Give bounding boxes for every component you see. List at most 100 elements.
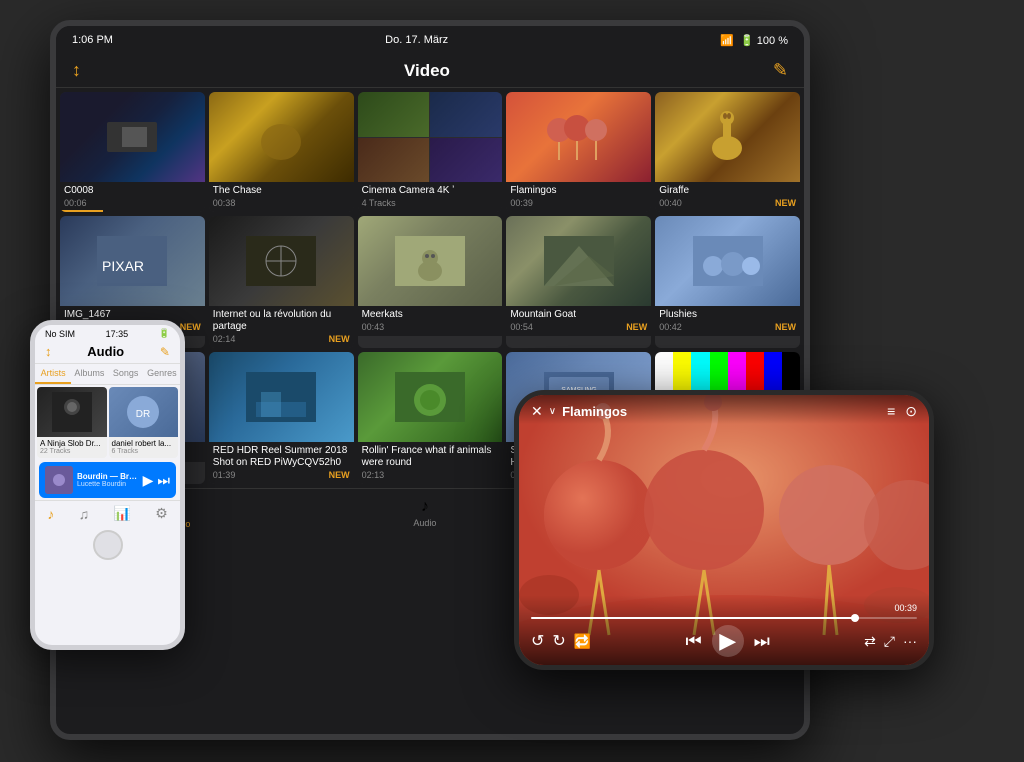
previous-button[interactable]: ⏮ xyxy=(685,631,701,652)
iphone-status-bar: No SIM 17:35 🔋 xyxy=(35,325,180,342)
chevron-down-icon: ∨ xyxy=(549,406,556,417)
tab-genres[interactable]: Genres xyxy=(144,364,180,384)
list-item[interactable]: The Chase 00:38 xyxy=(209,92,354,212)
player-title: Flamingos xyxy=(562,404,627,419)
iphone-bottom-bar: ♪ ♫ 📊 ⚙ xyxy=(35,500,180,526)
settings-icon[interactable]: ≡ xyxy=(887,403,895,420)
video-player-overlay: ✕ ∨ Flamingos ≡ ⊙ 00:39 ↺ ↻ 🔁 xyxy=(519,395,929,665)
list-item[interactable]: Plushies 00:42 NEW xyxy=(655,216,800,348)
battery-icon: 🔋 100 % xyxy=(740,34,788,47)
fullscreen-icon[interactable]: ⤢ xyxy=(884,633,895,650)
list-item[interactable]: DR daniel robert la... 6 Tracks xyxy=(109,387,179,458)
shuffle-icon[interactable]: ⇄ xyxy=(864,633,876,650)
video-thumbnail xyxy=(506,92,651,182)
settings-tab-icon[interactable]: ⚙ xyxy=(155,505,168,522)
artist-thumbnail xyxy=(37,387,107,437)
new-badge: NEW xyxy=(626,322,647,332)
video-info: Cinema Camera 4K ʼ 4 Tracks xyxy=(358,182,503,212)
video-subtitle: 4 Tracks xyxy=(362,198,396,208)
next-button[interactable]: ⏭ xyxy=(754,631,770,652)
new-badge: NEW xyxy=(775,322,796,332)
close-button[interactable]: ✕ xyxy=(531,403,543,420)
list-item[interactable]: Internet ou la révolution du partage 02:… xyxy=(209,216,354,348)
playback-controls: ↺ ↻ 🔁 ⏮ ▶ ⏭ ⇄ ⤢ ··· xyxy=(531,625,917,657)
progress-bar xyxy=(60,210,103,212)
video-title: C0008 xyxy=(64,185,201,197)
page-title: Video xyxy=(404,61,450,81)
airplay-icon[interactable]: ⊙ xyxy=(905,403,917,420)
iphone-tab-bar: Artists Albums Songs Genres xyxy=(35,364,180,385)
list-item[interactable]: Flamingos 00:39 xyxy=(506,92,651,212)
progress-scrubber[interactable] xyxy=(851,614,859,622)
list-item[interactable]: A Ninja Slob Dr... 22 Tracks xyxy=(37,387,107,458)
video-thumbnail xyxy=(60,92,205,182)
tab-songs[interactable]: Songs xyxy=(108,364,144,384)
list-item[interactable]: Rollin' France what if animals were roun… xyxy=(358,352,503,484)
video-duration: 00:43 xyxy=(362,322,385,332)
progress-bar[interactable] xyxy=(531,617,917,619)
stats-tab-icon[interactable]: 📊 xyxy=(113,505,130,522)
now-playing-title: Bourdin — Brushstrokes Echo xyxy=(77,472,139,481)
more-icon[interactable]: ··· xyxy=(903,633,917,649)
video-title: Mountain Goat xyxy=(510,309,647,321)
video-info: RED HDR Reel Summer 2018 Shot on RED PiW… xyxy=(209,442,354,484)
list-item[interactable]: C0008 00:06 xyxy=(60,92,205,212)
tab-artists[interactable]: Artists xyxy=(35,364,71,384)
new-badge: NEW xyxy=(329,470,350,480)
list-item[interactable]: Meerkats 00:43 xyxy=(358,216,503,348)
now-playing-artwork xyxy=(45,466,73,494)
video-duration: 00:39 xyxy=(510,198,533,208)
iphone-sort-icon[interactable]: ↕ xyxy=(45,344,52,359)
duration-label: 00:39 xyxy=(531,603,917,613)
video-info: C0008 00:06 xyxy=(60,182,205,212)
play-pause-button[interactable]: ▶ xyxy=(712,625,744,657)
sort-icon[interactable]: ↕ xyxy=(72,60,81,81)
now-playing-bar[interactable]: Bourdin — Brushstrokes Echo Lucette Bour… xyxy=(39,462,176,498)
list-item[interactable]: Mountain Goat 00:54 NEW xyxy=(506,216,651,348)
left-controls: ↺ ↻ 🔁 xyxy=(531,631,591,651)
now-playing-artist: Lucette Bourdin xyxy=(77,481,139,488)
video-duration: 00:38 xyxy=(213,198,236,208)
video-title: Flamingos xyxy=(510,185,647,197)
music-tab-icon[interactable]: ♪ xyxy=(47,506,54,522)
video-meta: 02:14 NEW xyxy=(213,334,350,344)
video-title: Plushies xyxy=(659,309,796,321)
video-thumbnail xyxy=(209,216,354,306)
iphone-grid: A Ninja Slob Dr... 22 Tracks DR daniel r… xyxy=(35,385,180,460)
player-top-icons: ≡ ⊙ xyxy=(887,403,917,420)
tab-audio[interactable]: ♪ Audio xyxy=(413,498,436,528)
now-playing-play-icon[interactable]: ▶ xyxy=(143,472,154,489)
center-controls: ⏮ ▶ ⏭ xyxy=(685,625,769,657)
video-meta: 4 Tracks xyxy=(362,198,499,208)
video-meta: 00:06 xyxy=(64,198,201,208)
iphone-time: 17:35 xyxy=(106,329,129,339)
video-info: Rollin' France what if animals were roun… xyxy=(358,442,503,484)
video-info: The Chase 00:38 xyxy=(209,182,354,212)
video-thumbnail xyxy=(358,216,503,306)
tablet-time: 1:06 PM xyxy=(72,34,113,46)
edit-icon[interactable]: ✎ xyxy=(773,60,788,81)
video-meta: 00:42 NEW xyxy=(659,322,796,332)
repeat-icon[interactable]: 🔁 xyxy=(574,633,591,650)
artist-track-count: 6 Tracks xyxy=(112,448,176,455)
iphonex-device: ✕ ∨ Flamingos ≡ ⊙ 00:39 ↺ ↻ 🔁 xyxy=(514,390,934,670)
video-meta: 01:39 NEW xyxy=(213,470,350,480)
now-playing-info: Bourdin — Brushstrokes Echo Lucette Bour… xyxy=(77,472,139,488)
list-item[interactable]: Giraffe 00:40 NEW xyxy=(655,92,800,212)
list-item[interactable]: RED HDR Reel Summer 2018 Shot on RED PiW… xyxy=(209,352,354,484)
forward-icon[interactable]: ↻ xyxy=(552,631,565,651)
player-top-bar: ✕ ∨ Flamingos ≡ ⊙ xyxy=(519,395,929,424)
audio-tab-icon[interactable]: ♫ xyxy=(79,506,90,522)
tablet-date: Do. 17. März xyxy=(385,34,448,46)
video-thumbnail xyxy=(358,92,503,182)
list-item[interactable]: Cinema Camera 4K ʼ 4 Tracks xyxy=(358,92,503,212)
video-meta: 00:39 xyxy=(510,198,647,208)
video-title: Giraffe xyxy=(659,185,796,197)
iphone-edit-icon[interactable]: ✎ xyxy=(160,345,170,359)
tab-albums[interactable]: Albums xyxy=(71,364,107,384)
now-playing-forward-icon[interactable]: ⏭ xyxy=(157,472,170,489)
progress-fill xyxy=(531,617,859,619)
video-duration: 02:13 xyxy=(362,470,385,480)
home-button[interactable] xyxy=(93,530,123,560)
replay-icon[interactable]: ↺ xyxy=(531,631,544,651)
